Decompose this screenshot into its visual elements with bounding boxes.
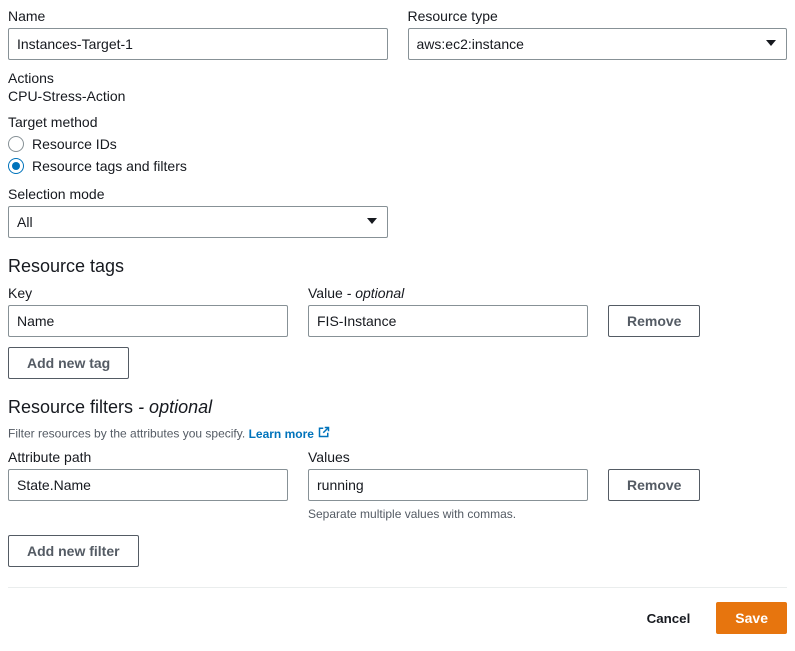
selection-mode-label: Selection mode [8, 186, 787, 202]
attribute-path-label: Attribute path [8, 449, 288, 465]
actions-value: CPU-Stress-Action [8, 88, 787, 104]
name-label: Name [8, 8, 388, 24]
resource-type-value: aws:ec2:instance [417, 36, 524, 52]
save-button[interactable]: Save [716, 602, 787, 634]
radio-label-tags-filters: Resource tags and filters [32, 158, 187, 174]
tag-key-label: Key [8, 285, 288, 301]
external-link-icon [318, 426, 330, 441]
radio-icon [8, 158, 24, 174]
values-label: Values [308, 449, 588, 465]
footer-actions: Cancel Save [8, 587, 787, 634]
tag-key-input[interactable] [8, 305, 288, 337]
radio-icon [8, 136, 24, 152]
add-new-filter-button[interactable]: Add new filter [8, 535, 139, 567]
resource-filters-heading: Resource filters - optional [8, 397, 787, 418]
attribute-path-input[interactable] [8, 469, 288, 501]
add-new-tag-button[interactable]: Add new tag [8, 347, 129, 379]
cancel-button[interactable]: Cancel [629, 602, 709, 634]
radio-tags-filters[interactable]: Resource tags and filters [8, 158, 787, 174]
target-method-label: Target method [8, 114, 787, 130]
target-method-radio-group: Resource IDs Resource tags and filters [8, 136, 787, 174]
resource-type-label: Resource type [408, 8, 788, 24]
resource-type-select[interactable]: aws:ec2:instance [408, 28, 788, 60]
remove-tag-button[interactable]: Remove [608, 305, 700, 337]
selection-mode-select[interactable]: All [8, 206, 388, 238]
tag-value-input[interactable] [308, 305, 588, 337]
actions-label: Actions [8, 70, 787, 86]
values-input[interactable] [308, 469, 588, 501]
radio-label-resource-ids: Resource IDs [32, 136, 117, 152]
name-input[interactable] [8, 28, 388, 60]
resource-tags-heading: Resource tags [8, 256, 787, 277]
values-help-text: Separate multiple values with commas. [308, 507, 588, 521]
tag-value-label: Value - optional [308, 285, 588, 301]
resource-filters-description: Filter resources by the attributes you s… [8, 426, 787, 441]
remove-filter-button[interactable]: Remove [608, 469, 700, 501]
selection-mode-value: All [17, 214, 33, 230]
learn-more-link[interactable]: Learn more [249, 426, 330, 441]
radio-resource-ids[interactable]: Resource IDs [8, 136, 787, 152]
